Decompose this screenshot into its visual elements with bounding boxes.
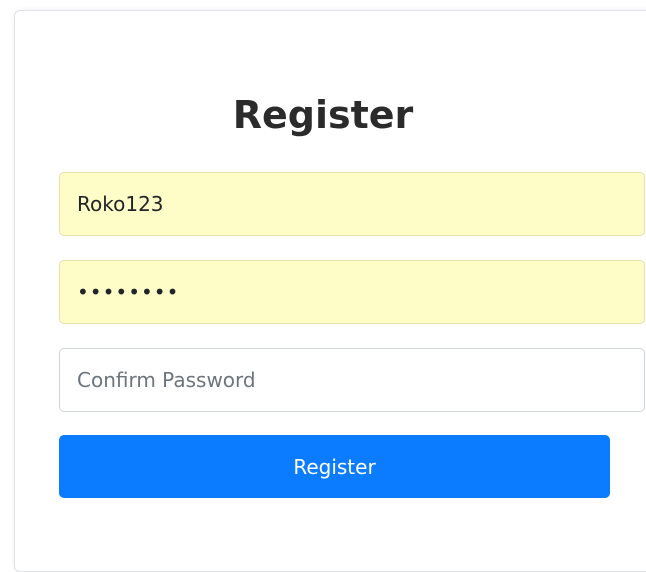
confirm-password-input[interactable] [59,348,645,412]
register-button[interactable]: Register [59,435,610,498]
page-title: Register [232,93,414,137]
username-input[interactable] [59,172,645,236]
password-input[interactable] [59,260,645,324]
